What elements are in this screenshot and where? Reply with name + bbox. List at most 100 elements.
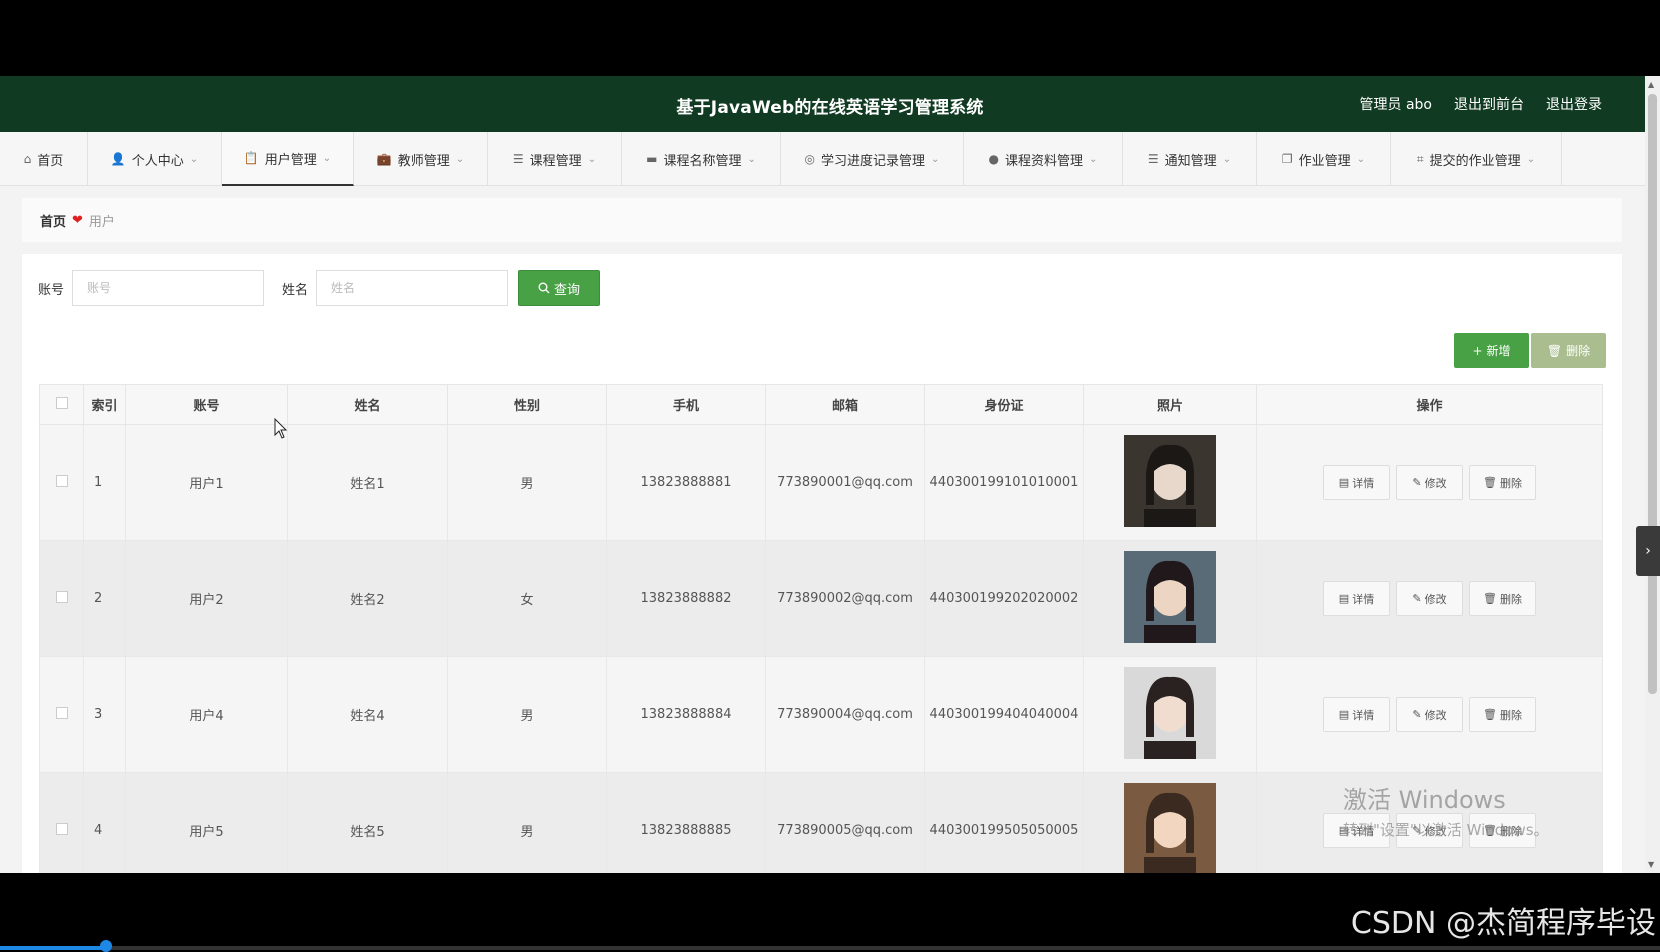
home-icon: ⌂ [24,152,32,166]
list-icon: ☰ [1148,152,1159,166]
scroll-up-icon[interactable]: ▲ [1648,80,1654,89]
breadcrumb-home[interactable]: 首页 [40,211,66,230]
delete-button[interactable]: 🗑删除 [1469,697,1536,732]
row-select-cell[interactable] [40,425,84,541]
watermark-line1: 激活 Windows [1343,780,1549,815]
header-account: 账号 [126,385,288,425]
header-name: 姓名 [288,385,448,425]
row-select-cell[interactable] [40,541,84,657]
add-button-label: 新增 [1487,342,1511,359]
chevron-down-icon: ⌄ [1527,154,1535,165]
row-checkbox[interactable] [56,707,68,719]
nav-item-5[interactable]: ▬课程名称管理⌄ [622,132,781,186]
document-icon: ▤ [1339,708,1349,721]
row-checkbox[interactable] [56,591,68,603]
nav-item-label: 首页 [37,150,63,169]
row-checkbox[interactable] [56,475,68,487]
scroll-thumb[interactable] [1648,94,1657,694]
cell-photo [1084,541,1257,657]
chevron-down-icon: ⌄ [588,154,596,165]
user-photo[interactable] [1124,667,1216,759]
chevron-down-icon: ⌄ [931,154,939,165]
cell-name: 姓名1 [288,425,448,541]
cell-phone: 13823888884 [607,657,766,773]
detail-button[interactable]: ▤详情 [1323,581,1390,616]
cell-gender: 男 [448,657,607,773]
windows-activation-watermark: 激活 Windows 转到"设置"以激活 Windows。 [1343,780,1549,840]
trash-icon: 🗑 [1483,592,1497,605]
delete-button-label: 删除 [1500,591,1522,607]
header-phone: 手机 [607,385,766,425]
breadcrumb-current: 用户 [89,211,115,230]
detail-button[interactable]: ▤详情 [1323,465,1390,500]
nav-item-3[interactable]: 💼教师管理⌄ [354,132,488,186]
chevron-right-icon: › [1645,543,1651,559]
nav-item-9[interactable]: ❐作业管理⌄ [1257,132,1391,186]
nav-item-10[interactable]: ⌗提交的作业管理⌄ [1391,132,1562,186]
name-label: 姓名 [282,279,308,298]
chevron-down-icon: ⌄ [1223,154,1231,165]
plus-icon: + [1472,344,1482,358]
nav-item-8[interactable]: ☰通知管理⌄ [1123,132,1257,186]
nav-item-label: 用户管理 [265,149,317,168]
monitor-icon: ▬ [646,152,657,166]
row-select-cell[interactable] [40,773,84,874]
nav-item-0[interactable]: ⌂ 首页 [0,132,88,186]
add-button[interactable]: + 新增 [1454,333,1529,368]
select-all-checkbox[interactable] [56,397,68,409]
nav-item-1[interactable]: 👤个人中心⌄ [88,132,222,186]
exit-to-front-link[interactable]: 退出到前台 [1454,94,1524,114]
cell-phone: 13823888881 [607,425,766,541]
vertical-scrollbar[interactable]: ▲ ▼ [1645,76,1660,873]
chevron-down-icon: ⌄ [1357,154,1365,165]
list-icon: ☰ [513,152,524,166]
user-photo[interactable] [1124,783,1216,874]
logout-link[interactable]: 退出登录 [1546,94,1602,114]
cell-phone: 13823888885 [607,773,766,874]
cell-idcard: 440300199404040004 [925,657,1084,773]
nav-item-4[interactable]: ☰课程管理⌄ [488,132,622,186]
header-gender: 性别 [448,385,607,425]
user-icon: 👤 [111,152,126,166]
delete-button[interactable]: 🗑删除 [1469,581,1536,616]
name-input[interactable] [316,270,508,306]
compass-icon: ◎ [805,152,815,166]
cell-actions: ▤详情✎修改🗑删除 [1257,657,1603,773]
batch-delete-button[interactable]: 🗑 删除 [1531,333,1606,368]
edit-button-label: 修改 [1425,475,1447,491]
admin-user-label[interactable]: 管理员 abo [1360,94,1432,114]
delete-button[interactable]: 🗑删除 [1469,465,1536,500]
header-index: 索引 [84,385,126,425]
cell-photo [1084,425,1257,541]
row-select-cell[interactable] [40,657,84,773]
nav-item-6[interactable]: ◎学习进度记录管理⌄ [781,132,964,186]
nav-item-label: 课程资料管理 [1005,150,1083,169]
side-expand-tab[interactable]: › [1636,526,1660,576]
nav-item-label: 作业管理 [1299,150,1351,169]
cell-idcard: 440300199505050005 [925,773,1084,874]
nav-item-label: 课程名称管理 [663,150,741,169]
edit-button[interactable]: ✎修改 [1396,465,1463,500]
select-all-cell[interactable] [40,385,84,425]
edit-button[interactable]: ✎修改 [1396,697,1463,732]
user-photo[interactable] [1124,551,1216,643]
scroll-down-icon[interactable]: ▼ [1648,860,1654,869]
cell-name: 姓名2 [288,541,448,657]
nav-item-2[interactable]: 📋用户管理⌄ [222,132,354,186]
detail-button[interactable]: ▤详情 [1323,697,1390,732]
cell-index: 2 [84,541,126,657]
account-input[interactable] [72,270,264,306]
trash-icon: 🗑 [1483,476,1497,489]
query-button-label: 查询 [554,279,580,298]
edit-button-label: 修改 [1425,591,1447,607]
user-photo[interactable] [1124,435,1216,527]
video-progress-handle[interactable] [100,940,112,952]
mouse-cursor-icon [274,418,288,440]
edit-button[interactable]: ✎修改 [1396,581,1463,616]
table-row: 1用户1姓名1男13823888881773890001@qq.com44030… [40,425,1603,541]
nav-item-7[interactable]: ●课程资料管理⌄ [964,132,1123,186]
query-button[interactable]: 查询 [518,270,600,306]
cell-email: 773890004@qq.com [766,657,925,773]
nav-item-label: 教师管理 [398,150,450,169]
row-checkbox[interactable] [56,823,68,835]
